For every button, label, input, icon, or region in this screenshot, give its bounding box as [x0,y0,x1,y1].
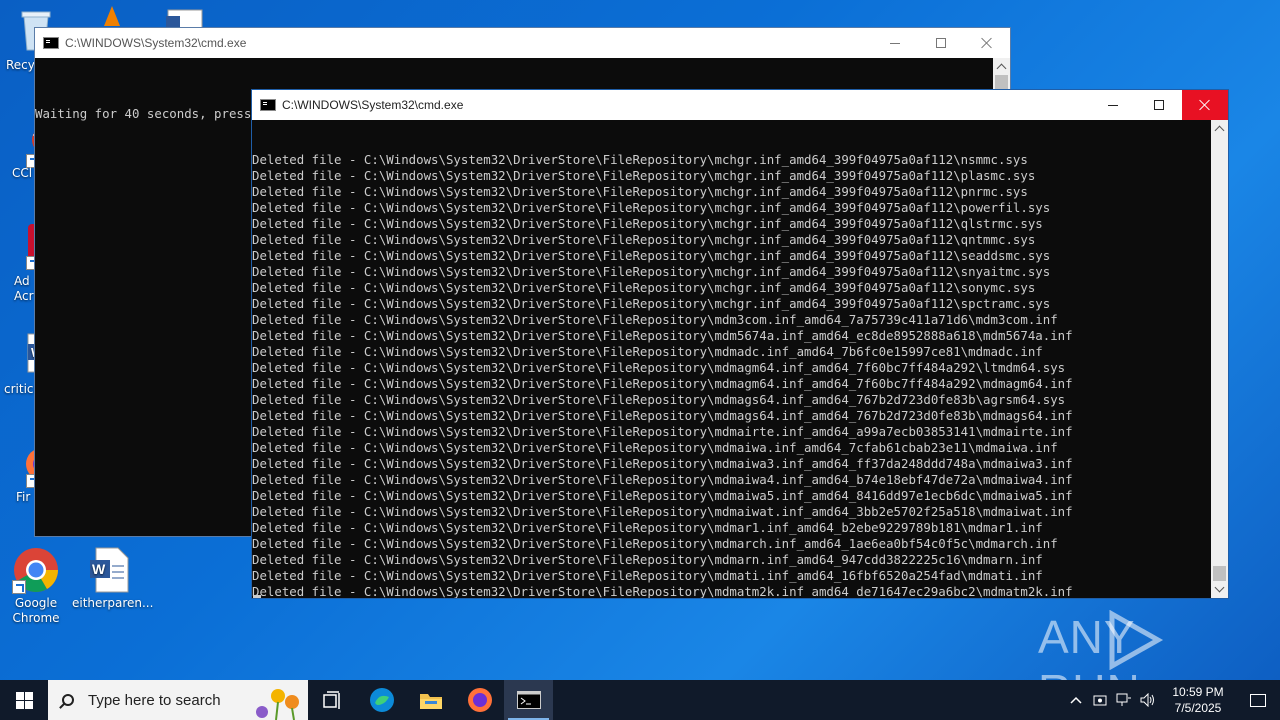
cmd-icon [516,691,541,709]
console-line: Deleted file - C:\Windows\System32\Drive… [252,488,1073,503]
word-doc-icon [166,9,203,29]
taskbar: Type here to search 10:59 PM 7/5/2025 [0,680,1280,720]
word-doc-icon: W [86,546,134,594]
console-line: Deleted file - C:\Windows\System32\Drive… [252,504,1073,519]
console-line: Deleted file - C:\Windows\System32\Drive… [252,280,1036,295]
search-icon [62,694,74,706]
title-bar[interactable]: C:\WINDOWS\System32\cmd.exe [35,28,1010,58]
console-line: Deleted file - C:\Windows\System32\Drive… [252,312,1058,327]
shortcut-arrow-icon [12,580,26,594]
console-line: Deleted file - C:\Windows\System32\Drive… [252,568,1043,583]
scroll-thumb[interactable] [1213,566,1226,581]
cmd-icon [43,37,59,49]
notification-icon [1250,693,1266,707]
system-tray: 10:59 PM 7/5/2025 [1064,680,1280,720]
text-cursor [253,595,261,598]
scroll-up-icon[interactable] [1211,120,1228,137]
console-output[interactable]: Deleted file - C:\Windows\System32\Drive… [252,120,1212,598]
vertical-scrollbar[interactable] [1211,120,1228,598]
console-line: Deleted file - C:\Windows\System32\Drive… [252,552,1043,567]
task-view-icon [322,691,340,709]
desktop-icon-label: CCl [12,166,33,180]
console-line: Deleted file - C:\Windows\System32\Drive… [252,440,1058,455]
play-triangle-icon [1109,610,1164,670]
console-line: Deleted file - C:\Windows\System32\Drive… [252,472,1073,487]
console-line: Deleted file - C:\Windows\System32\Drive… [252,456,1073,471]
edge-icon [369,688,394,712]
desktop-icon-label: Google Chrome [12,596,60,625]
desktop-icon-vlc-partial[interactable] [100,4,124,28]
console-line: Deleted file - C:\Windows\System32\Drive… [252,232,1036,247]
console-line: Deleted file - C:\Windows\System32\Drive… [252,328,1073,343]
file-explorer-icon [419,694,442,709]
close-icon [981,37,993,49]
show-hidden-icons-chevron-icon[interactable] [1064,680,1088,720]
chrome-icon [12,546,60,594]
title-bar[interactable]: C:\WINDOWS\System32\cmd.exe [252,90,1228,120]
minimize-button[interactable] [1090,90,1136,120]
window-title: C:\WINDOWS\System32\cmd.exe [65,36,247,50]
minimize-icon [890,42,900,44]
console-line: Deleted file - C:\Windows\System32\Drive… [252,392,1066,407]
desktop-icon-label: eitherparen... [72,596,154,610]
svg-text:W: W [92,561,106,577]
console-line: Deleted file - C:\Windows\System32\Drive… [252,184,1028,199]
console-line: Deleted file - C:\Windows\System32\Drive… [252,360,1066,375]
console-line: Deleted file - C:\Windows\System32\Drive… [252,168,1036,183]
search-highlight-flowers-icon [256,689,299,720]
taskbar-edge-button[interactable] [357,680,406,720]
firefox-icon [467,688,492,712]
network-icon[interactable] [1112,680,1136,720]
minimize-icon [1108,104,1118,106]
console-line: Deleted file - C:\Windows\System32\Drive… [252,296,1051,311]
console-line: Deleted file - C:\Windows\System32\Drive… [252,152,1028,167]
cmd-icon [260,99,276,111]
console-line: Deleted file - C:\Windows\System32\Drive… [252,536,1058,551]
taskbar-file-explorer-button[interactable] [406,680,455,720]
start-button[interactable] [0,680,48,720]
close-icon [1199,99,1211,111]
clock[interactable]: 10:59 PM 7/5/2025 [1160,684,1236,716]
console-line: Deleted file - C:\Windows\System32\Drive… [252,408,1073,423]
desktop-icon-doc-partial[interactable] [166,8,206,29]
console-line: Deleted file - C:\Windows\System32\Drive… [252,216,1043,231]
minimize-button[interactable] [872,28,918,58]
maximize-icon [936,38,946,48]
scroll-down-icon[interactable] [1211,581,1228,598]
search-box[interactable]: Type here to search [48,680,308,720]
search-placeholder: Type here to search [88,691,221,709]
scroll-up-icon[interactable] [993,58,1010,75]
console-line: Deleted file - C:\Windows\System32\Drive… [252,248,1051,263]
maximize-icon [1154,100,1164,110]
maximize-button[interactable] [918,28,964,58]
clock-time: 10:59 PM [1172,685,1224,699]
console-line: Deleted file - C:\Windows\System32\Drive… [252,344,1043,359]
maximize-button[interactable] [1136,90,1182,120]
desktop-icon-google-chrome[interactable]: Google Chrome [0,546,74,626]
desktop-icon-label: Ad Acr [14,274,34,303]
desktop-icon-label: Recy [6,58,35,72]
close-button[interactable] [1182,90,1228,120]
cmd-window-front[interactable]: C:\WINDOWS\System32\cmd.exe Deleted file… [251,89,1229,599]
task-view-button[interactable] [308,680,357,720]
clock-date: 7/5/2025 [1174,701,1222,715]
desktop-icon-eitherparen-doc[interactable]: W eitherparen... [72,546,154,611]
desktop-icon-label: Fir [16,490,31,504]
console-line: Deleted file - C:\Windows\System32\Drive… [252,200,1051,215]
notification-center-button[interactable] [1236,680,1280,720]
console-line: Deleted file - C:\Windows\System32\Drive… [252,520,1043,535]
taskbar-cmd-button[interactable] [504,680,553,720]
vlc-icon [104,6,120,26]
console-line: Deleted file - C:\Windows\System32\Drive… [252,424,1073,439]
close-button[interactable] [964,28,1010,58]
window-title: C:\WINDOWS\System32\cmd.exe [282,98,464,112]
windows-logo-icon [15,691,33,709]
console-line: Deleted file - C:\Windows\System32\Drive… [252,584,1073,598]
taskbar-firefox-button[interactable] [455,680,504,720]
console-line: Deleted file - C:\Windows\System32\Drive… [252,264,1051,279]
volume-icon[interactable] [1136,680,1160,720]
console-line: Deleted file - C:\Windows\System32\Drive… [252,376,1073,391]
security-icon[interactable] [1088,680,1112,720]
